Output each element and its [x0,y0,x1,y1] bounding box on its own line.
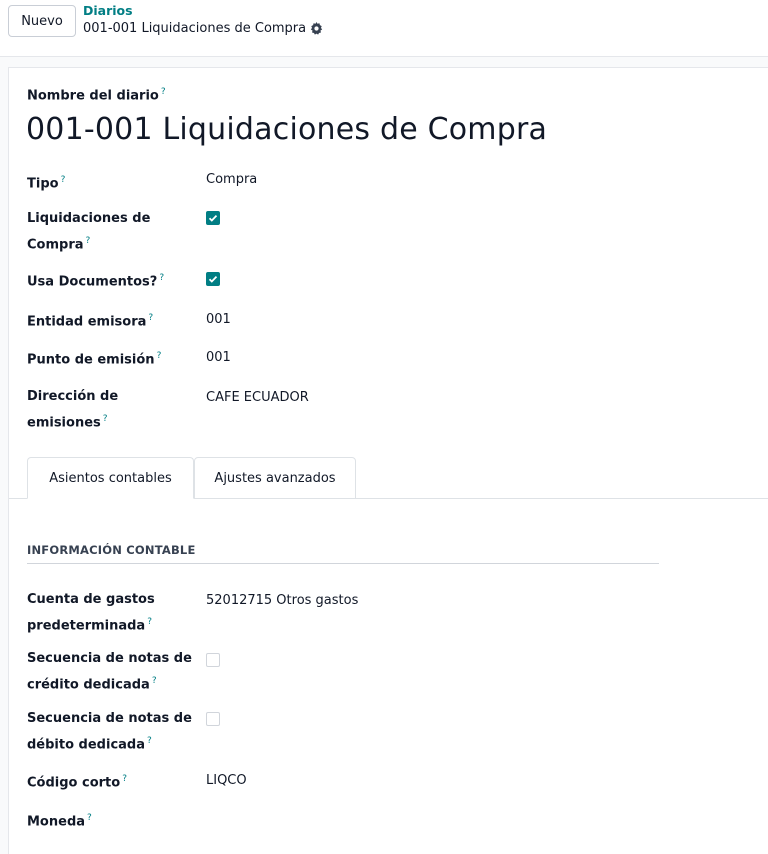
codigo-corto-label: Código corto? [27,768,127,794]
help-tooltip-icon[interactable]: ? [147,736,152,746]
codigo-corto-label-text: Código corto [27,775,121,791]
journal-name-field[interactable]: 001-001 Liquidaciones de Compra [26,112,547,147]
sec-debito-label-line2: débito dedicada [27,737,145,753]
tipo-label: Tipo? [27,169,65,195]
journal-name-label: Nombre del diario? [27,87,166,103]
tab-asientos-contables[interactable]: Asientos contables [27,457,194,499]
help-tooltip-icon[interactable]: ? [61,175,66,185]
punto-emision-label-text: Punto de emisión [27,352,155,368]
gear-icon[interactable] [310,22,323,35]
cuenta-label-line2: predeterminada [27,618,146,634]
form-sheet: Nombre del diario? 001-001 Liquidaciones… [8,67,768,854]
tipo-label-text: Tipo [27,176,59,192]
new-button[interactable]: Nuevo [8,5,76,37]
cuenta-gastos-label: Cuenta de gastos predeterminada? [27,589,155,637]
tipo-field[interactable]: Compra [206,169,257,191]
cuenta-gastos-field[interactable]: 52012715 Otros gastos [206,590,358,612]
help-tooltip-icon[interactable]: ? [86,236,91,246]
liquidaciones-label-line1: Liquidaciones de [27,211,151,226]
tab-ajustes-avanzados[interactable]: Ajustes avanzados [194,457,356,499]
moneda-label-text: Moneda [27,814,86,830]
help-tooltip-icon[interactable]: ? [157,351,162,361]
cuenta-label-line1: Cuenta de gastos [27,592,155,607]
breadcrumb-current: 001-001 Liquidaciones de Compra [83,21,323,36]
help-tooltip-icon[interactable]: ? [152,676,157,686]
help-tooltip-icon[interactable]: ? [147,617,152,627]
direccion-label-line1: Dirección de [27,389,119,404]
sec-debito-label-line1: Secuencia de notas de [27,711,192,726]
punto-emision-label: Punto de emisión? [27,345,161,371]
section-divider [27,563,659,564]
usa-documentos-label-text: Usa Documentos? [27,274,158,290]
liquidaciones-checkbox[interactable] [206,211,220,225]
direccion-label-line2: emisiones [27,415,101,431]
usa-documentos-label: Usa Documentos?? [27,267,164,293]
liquidaciones-label-line2: Compra [27,237,84,253]
punto-emision-field[interactable]: 001 [206,347,231,369]
liquidaciones-label: Liquidaciones de Compra? [27,208,150,256]
entidad-emisora-label: Entidad emisora? [27,307,153,333]
direccion-emisiones-label: Dirección de emisiones? [27,386,118,434]
help-tooltip-icon[interactable]: ? [161,87,166,97]
sec-credito-label-line1: Secuencia de notas de [27,651,192,666]
help-tooltip-icon[interactable]: ? [148,313,153,323]
codigo-corto-field[interactable]: LIQCO [206,770,247,792]
usa-documentos-checkbox[interactable] [206,272,220,286]
secuencia-debito-label: Secuencia de notas de débito dedicada? [27,708,192,756]
breadcrumb-parent-link[interactable]: Diarios [83,3,133,18]
help-tooltip-icon[interactable]: ? [103,414,108,424]
sec-credito-label-line2: crédito dedicada [27,677,150,693]
journal-name-label-text: Nombre del diario [27,88,159,104]
secuencia-debito-checkbox[interactable] [206,712,220,726]
section-title: INFORMACIÓN CONTABLE [27,543,196,557]
breadcrumb-current-label: 001-001 Liquidaciones de Compra [83,21,307,36]
help-tooltip-icon[interactable]: ? [87,813,92,823]
secuencia-credito-label: Secuencia de notas de crédito dedicada? [27,648,192,696]
help-tooltip-icon[interactable]: ? [159,273,164,283]
entidad-emisora-field[interactable]: 001 [206,309,231,331]
direccion-emisiones-field[interactable]: CAFE ECUADOR [206,387,309,409]
secuencia-credito-checkbox[interactable] [206,653,220,667]
control-panel: Nuevo Diarios 001-001 Liquidaciones de C… [0,0,768,57]
entidad-emisora-label-text: Entidad emisora [27,314,147,330]
moneda-label: Moneda? [27,807,92,833]
help-tooltip-icon[interactable]: ? [122,774,127,784]
